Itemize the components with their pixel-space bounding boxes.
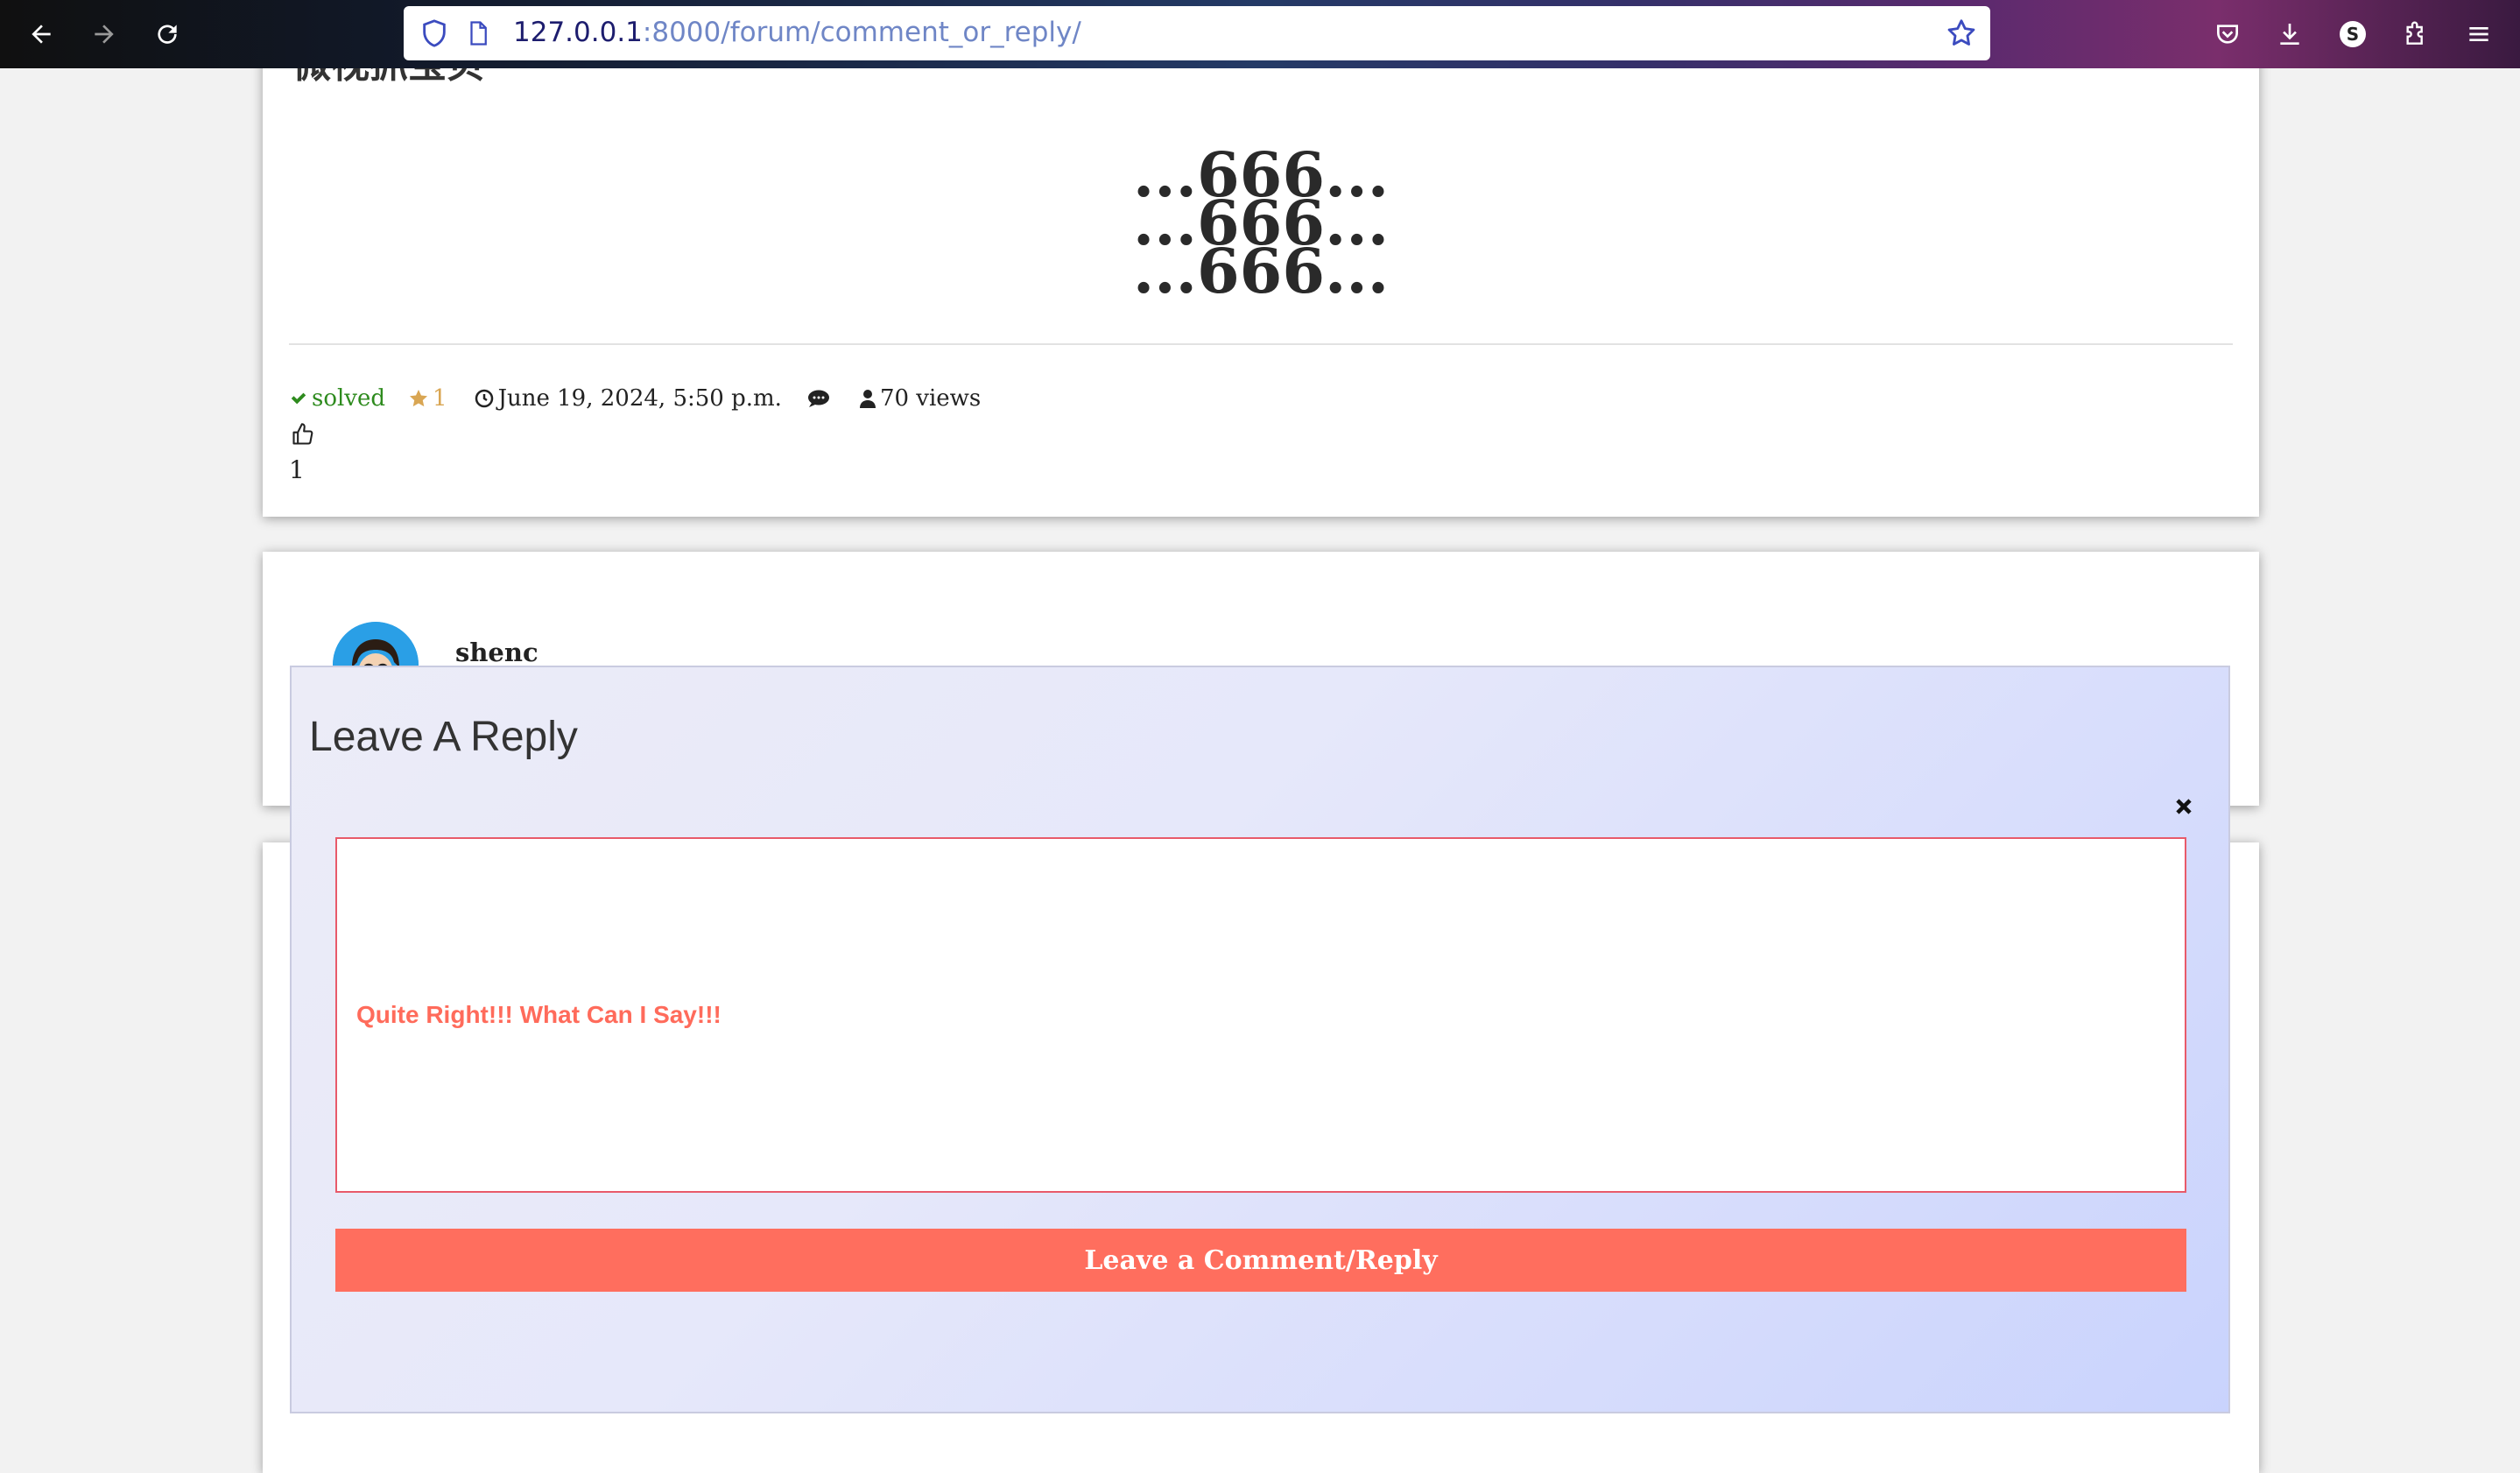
close-icon[interactable] (2172, 795, 2195, 818)
content-line: ...666... (1132, 235, 1390, 307)
view-count: 70 views (859, 385, 981, 412)
modal-title: Leave A Reply (309, 714, 578, 760)
extensions-button[interactable] (2394, 12, 2438, 56)
download-icon (2280, 24, 2299, 45)
views-text: 70 views (879, 385, 982, 412)
back-arrow-icon (32, 25, 51, 44)
star-value: 1 (433, 385, 447, 412)
shield-icon[interactable] (419, 18, 449, 48)
url-text[interactable]: 127.0.0.1:8000/forum/comment_or_reply/ (513, 17, 1081, 48)
reload-button[interactable] (145, 12, 189, 56)
forward-button[interactable] (82, 12, 126, 56)
downloads-button[interactable] (2268, 12, 2312, 56)
date-text: June 19, 2024, 5:50 p.m. (497, 385, 782, 412)
divider (289, 343, 2233, 345)
check-icon (291, 392, 306, 405)
star-icon (410, 390, 428, 407)
menu-icon (2469, 27, 2488, 41)
url-path: :8000/forum/comment_or_reply/ (642, 17, 1081, 48)
reply-textarea[interactable]: Quite Right!!! What Can I Say!!! (335, 837, 2186, 1193)
thumbs-up-icon[interactable] (291, 422, 315, 447)
pocket-icon (2217, 25, 2238, 44)
bookmark-star-icon[interactable] (1945, 17, 1978, 50)
reply-modal: Leave A Reply Quite Right!!! What Can I … (290, 666, 2230, 1413)
page-icon[interactable] (465, 18, 491, 48)
back-button[interactable] (19, 12, 63, 56)
address-bar[interactable]: 127.0.0.1:8000/forum/comment_or_reply/ (404, 6, 1990, 60)
browser-toolbar: 127.0.0.1:8000/forum/comment_or_reply/ S (0, 0, 2520, 68)
url-host: 127.0.0.1 (513, 17, 643, 48)
clock-icon (475, 389, 493, 408)
account-button[interactable]: S (2331, 12, 2375, 56)
comment-username[interactable]: shenc (455, 638, 538, 667)
comment-count[interactable] (806, 388, 834, 409)
reload-icon (158, 25, 177, 44)
profile-avatar: S (2340, 21, 2366, 47)
like-count: 1 (289, 455, 305, 484)
post-date: June 19, 2024, 5:50 p.m. (474, 385, 782, 412)
user-icon (859, 390, 876, 408)
star-count[interactable]: 1 (408, 385, 447, 412)
post-content: ...666... ...666... ...666... (263, 144, 2259, 307)
status-text: solved (312, 385, 386, 412)
post-card: 微视抓宝贝 ...666... ...666... ...666... solv… (263, 0, 2259, 517)
app-menu-button[interactable] (2457, 12, 2501, 56)
submit-reply-button[interactable]: Leave a Comment/Reply (335, 1229, 2186, 1292)
pocket-button[interactable] (2206, 12, 2249, 56)
post-meta: solved 1 June 19, 2024, 5:50 p.m. 70 vie… (289, 385, 981, 412)
extensions-icon (2406, 21, 2423, 45)
solved-badge: solved (289, 385, 385, 412)
forward-arrow-icon (95, 25, 114, 44)
comment-icon (807, 390, 829, 407)
reply-text: Quite Right!!! What Can I Say!!! (356, 1001, 722, 1028)
